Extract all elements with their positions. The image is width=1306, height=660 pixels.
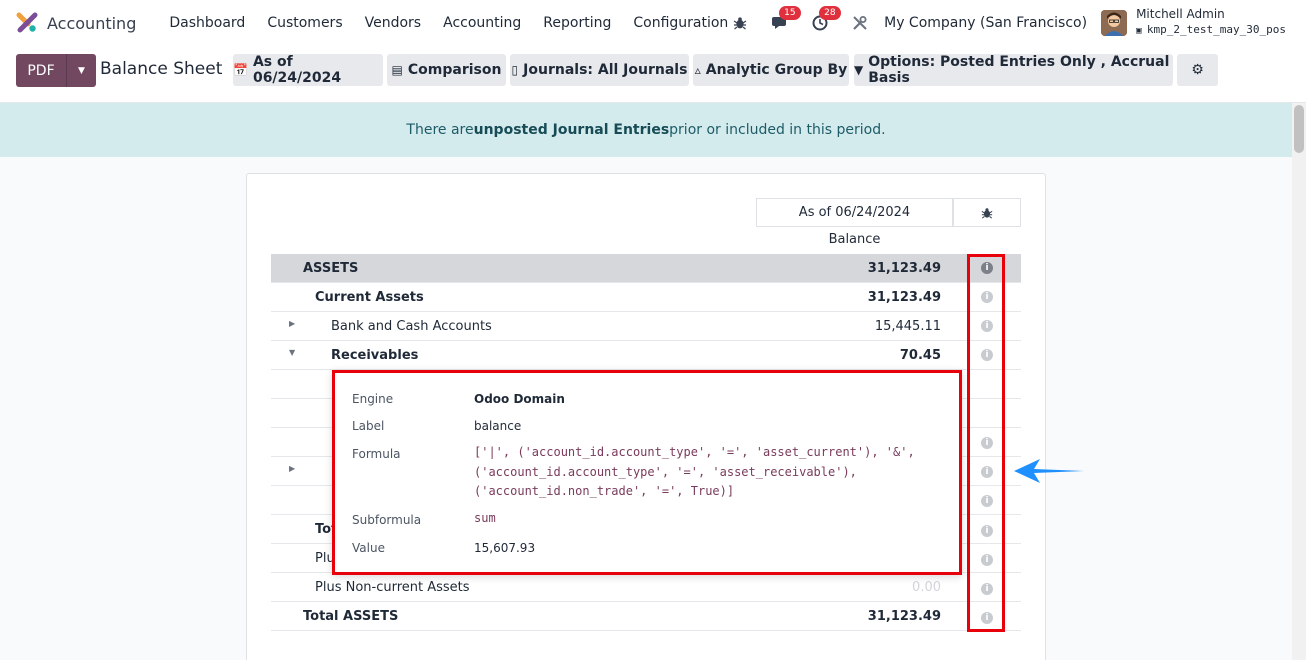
label-value: balance xyxy=(474,419,522,433)
row-value: 31,123.49 xyxy=(867,290,941,305)
pdf-button[interactable]: PDF xyxy=(16,54,66,87)
messages-count-badge: 15 xyxy=(779,6,801,20)
bar-chart-icon: ▤ xyxy=(391,63,403,77)
activities-count-badge: 28 xyxy=(819,6,841,20)
menu-vendors[interactable]: Vendors xyxy=(365,15,421,31)
report-row-assets[interactable]: ASSETS 31,123.49 xyxy=(271,254,1021,283)
formula-value: ['|', ('account_id.account_type', '=', '… xyxy=(474,445,915,498)
folder-open-icon: ▵ xyxy=(694,63,701,77)
database-icon: ▣ xyxy=(1136,26,1147,36)
engine-key: Engine xyxy=(352,392,394,406)
caret-down-icon[interactable]: ▼ xyxy=(289,348,295,357)
debug-bug-icon[interactable] xyxy=(730,13,750,33)
alert-text-prefix: There are xyxy=(406,122,474,138)
alert-text-suffix: prior or included in this period. xyxy=(669,122,886,138)
database-name: ▣ kmp_2_test_may_30_pos xyxy=(1136,23,1286,36)
caret-right-icon[interactable]: ▶ xyxy=(289,319,295,328)
filter-icon: ▼ xyxy=(854,63,864,77)
row-label: Plus Non-current Assets xyxy=(315,580,470,595)
page-scrollbar[interactable] xyxy=(1292,103,1306,660)
main-menu: Dashboard Customers Vendors Accounting R… xyxy=(158,15,739,31)
app-name: Accounting xyxy=(47,13,137,33)
date-filter-button[interactable]: 📅 As of 06/24/2024 xyxy=(233,54,383,86)
analytic-group-button[interactable]: ▵ Analytic Group By xyxy=(693,54,849,86)
row-value: 31,123.49 xyxy=(867,609,941,624)
report-row-non-current[interactable]: Plus Non-current Assets 0.00 xyxy=(271,573,1021,602)
caret-right-icon[interactable]: ▶ xyxy=(289,464,295,473)
messages-chat-icon[interactable]: 15 xyxy=(770,6,801,33)
unposted-entries-link[interactable]: unposted Journal Entries xyxy=(474,122,670,138)
row-value: 15,445.11 xyxy=(874,319,941,334)
scrollbar-thumb[interactable] xyxy=(1294,105,1304,153)
pointer-arrow-icon xyxy=(1014,459,1084,483)
row-label: Bank and Cash Accounts xyxy=(331,319,492,334)
label-key: Label xyxy=(352,419,385,433)
navbar-systray: 15 28 My Company (San Francisco) Mitchel… xyxy=(720,0,1286,46)
menu-customers[interactable]: Customers xyxy=(267,15,342,31)
menu-configuration[interactable]: Configuration xyxy=(633,15,728,31)
row-value: 70.45 xyxy=(899,348,941,363)
info-column-highlight xyxy=(967,254,1005,632)
user-avatar[interactable] xyxy=(1101,10,1128,36)
report-row-total-assets[interactable]: Total ASSETS 31,123.49 xyxy=(271,602,1021,631)
menu-reporting[interactable]: Reporting xyxy=(543,15,611,31)
value-key: Value xyxy=(352,541,385,555)
export-dropdown-toggle[interactable]: ▼ xyxy=(66,54,96,87)
row-label: ASSETS xyxy=(303,261,359,276)
settings-gears-button[interactable]: ⚙ xyxy=(1177,54,1218,86)
user-menu[interactable]: Mitchell Admin ▣ kmp_2_test_may_30_pos xyxy=(1136,7,1286,39)
report-row-bank-cash[interactable]: ▶ Bank and Cash Accounts 15,445.11 xyxy=(271,312,1021,341)
activities-clock-icon[interactable]: 28 xyxy=(810,6,841,33)
control-panel: PDF ▼ Balance Sheet 📅 As of 06/24/2024 ▤ C… xyxy=(0,46,1306,103)
debug-bug-icon xyxy=(981,207,993,219)
unposted-entries-alert: There are unposted Journal Entries prior… xyxy=(0,103,1292,157)
column-header-date: As of 06/24/2024 xyxy=(756,198,953,227)
row-label: Current Assets xyxy=(315,290,424,305)
user-name: Mitchell Admin xyxy=(1136,7,1225,21)
row-value: 31,123.49 xyxy=(867,261,941,276)
report-row-current-assets[interactable]: Current Assets 31,123.49 xyxy=(271,283,1021,312)
tools-settings-icon[interactable] xyxy=(850,13,870,33)
subformula-key: Subformula xyxy=(352,513,422,527)
page-title: Balance Sheet xyxy=(100,59,223,79)
accounting-app-icon xyxy=(16,12,38,33)
book-icon: ▯ xyxy=(511,63,519,77)
caret-down-icon: ▼ xyxy=(78,65,85,76)
pdf-button-group: PDF ▼ xyxy=(16,54,96,87)
value-value: 15,607.93 xyxy=(474,541,536,555)
report-row-receivables[interactable]: ▼ Receivables 70.45 xyxy=(271,341,1021,370)
comparison-button[interactable]: ▤ Comparison xyxy=(387,54,506,86)
options-filter-button[interactable]: ▼ Options: Posted Entries Only , Accrual … xyxy=(854,54,1173,86)
row-label: Total ASSETS xyxy=(303,609,399,624)
row-label: Receivables xyxy=(331,348,419,363)
calendar-icon: 📅 xyxy=(233,63,248,77)
top-navbar: Accounting Dashboard Customers Vendors A… xyxy=(0,0,1306,46)
row-value: 0.00 xyxy=(912,580,941,595)
formula-info-popover: Engine Odoo Domain Label balance Formula… xyxy=(332,370,962,575)
gears-icon: ⚙ xyxy=(1191,62,1204,78)
debug-column-header xyxy=(953,198,1021,227)
column-label-balance: Balance xyxy=(828,232,881,247)
menu-accounting[interactable]: Accounting xyxy=(443,15,521,31)
app-brand[interactable]: Accounting xyxy=(16,12,136,34)
menu-dashboard[interactable]: Dashboard xyxy=(169,15,245,31)
formula-key: Formula xyxy=(352,447,401,461)
engine-value: Odoo Domain xyxy=(474,392,565,406)
subformula-value: sum xyxy=(474,511,496,525)
company-switcher[interactable]: My Company (San Francisco) xyxy=(884,15,1087,31)
journals-filter-button[interactable]: ▯ Journals: All Journals xyxy=(510,54,689,86)
